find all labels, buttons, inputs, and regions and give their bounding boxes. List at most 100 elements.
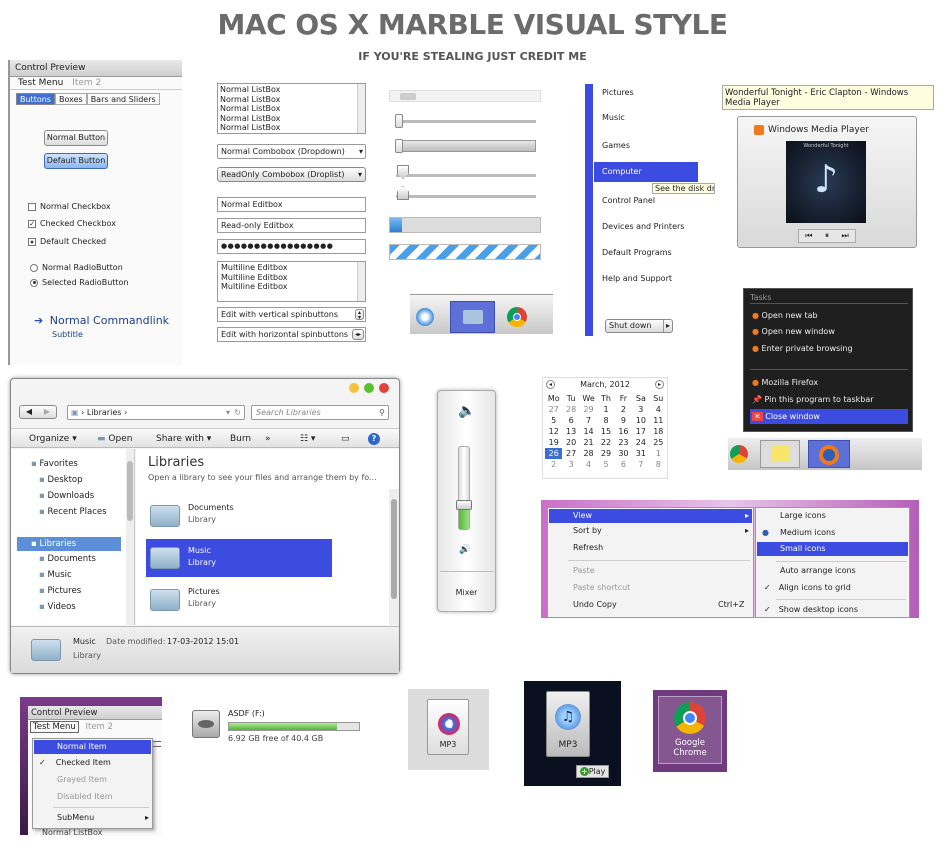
menu-test[interactable]: Test Menu xyxy=(18,78,63,88)
mp3-tile[interactable]: ♫ MP3 xyxy=(408,689,489,770)
list-item[interactable]: Normal ListBox xyxy=(220,85,363,95)
context-item-undo-copy[interactable]: Undo Copy xyxy=(573,600,617,609)
open-button[interactable]: ▬ Open xyxy=(97,429,132,449)
list-item[interactable]: Normal ListBox xyxy=(220,104,363,114)
nav-documents[interactable]: ▪ Documents xyxy=(39,554,96,564)
jumplist-task[interactable]: ● Enter private browsing xyxy=(752,344,853,353)
nav-recent-places[interactable]: ▪ Recent Places xyxy=(39,507,107,517)
normal-button[interactable]: Normal Button xyxy=(44,130,108,146)
scrollbar-thumb[interactable] xyxy=(400,93,416,100)
content-scrollbar[interactable] xyxy=(389,489,399,625)
address-bar[interactable]: ▣ › Libraries › ▾ ↻ xyxy=(67,405,245,420)
selected-radio[interactable]: Selected RadioButton xyxy=(30,278,129,287)
chevron-right-icon[interactable]: ▸ xyxy=(663,320,670,332)
close-icon[interactable] xyxy=(379,383,389,393)
tab-bars[interactable]: Bars and Sliders xyxy=(87,93,160,105)
calendar-day[interactable]: 24 xyxy=(632,437,649,448)
default-button[interactable]: Default Button xyxy=(44,153,108,169)
slider-thumb[interactable] xyxy=(395,114,403,128)
tab-boxes[interactable]: Boxes xyxy=(55,93,87,105)
preview-pane-icon[interactable]: ▭ xyxy=(341,429,350,449)
organize-button[interactable]: Organize ▾ xyxy=(29,429,77,449)
nav-libraries[interactable]: ▪ Libraries xyxy=(17,537,121,551)
calendar-day[interactable]: 15 xyxy=(597,426,614,437)
calendar-day[interactable]: 25 xyxy=(650,437,667,448)
volume-track[interactable] xyxy=(458,446,470,530)
nav-music[interactable]: ▪ Music xyxy=(39,570,72,580)
multiline-editbox[interactable]: Multiline Editbox Multiline Editbox Mult… xyxy=(217,261,366,302)
mp3-drag-tile[interactable]: ♫ MP3 +Play xyxy=(524,681,621,786)
menu-item-2[interactable]: Item 2 xyxy=(72,78,101,88)
calendar-day[interactable]: 5 xyxy=(597,459,614,470)
calendar-day[interactable]: 21 xyxy=(580,437,597,448)
menu-item-2[interactable]: Item 2 xyxy=(85,722,112,732)
start-item-games[interactable]: Games xyxy=(602,141,630,150)
slider-track-filled[interactable] xyxy=(396,140,536,152)
menu-normal-item[interactable]: Normal Item xyxy=(34,740,151,754)
wmp-thumbnail[interactable]: Windows Media Player Wonderful Tonight ♪… xyxy=(737,116,917,248)
list-item[interactable]: Normal ListBox xyxy=(220,123,363,133)
search-input[interactable]: Search Libraries⚲ xyxy=(251,405,389,420)
chrome-icon[interactable] xyxy=(507,307,527,327)
zoom-icon[interactable] xyxy=(364,383,374,393)
normal-radio[interactable]: Normal RadioButton xyxy=(30,263,123,272)
pause-icon[interactable]: ⏸ xyxy=(825,230,829,242)
list-item[interactable]: Normal ListBox xyxy=(220,95,363,105)
calendar-day[interactable]: 8 xyxy=(650,459,667,470)
calendar-day[interactable]: 8 xyxy=(597,415,614,426)
calendar-day[interactable]: 9 xyxy=(615,415,632,426)
calendar-day[interactable]: 31 xyxy=(632,448,649,459)
calendar-day[interactable]: 30 xyxy=(615,448,632,459)
calendar-day[interactable]: 6 xyxy=(562,415,579,426)
calendar-day[interactable]: 2 xyxy=(545,459,562,470)
search-icon[interactable]: ⚲ xyxy=(379,406,385,419)
combobox-dropdown[interactable]: Normal Combobox (Dropdown)▾ xyxy=(217,144,366,159)
start-item-devices[interactable]: Devices and Printers xyxy=(602,222,684,231)
calendar-day[interactable]: 11 xyxy=(650,415,667,426)
back-icon[interactable]: ◀ xyxy=(26,406,32,418)
jumplist-app[interactable]: ● Mozilla Firefox xyxy=(752,378,818,387)
submenu-medium-icons[interactable]: ●Medium icons xyxy=(762,528,835,537)
minimize-icon[interactable] xyxy=(349,383,359,393)
context-item-sort-by[interactable]: Sort by▸ xyxy=(549,526,752,535)
chrome-icon[interactable] xyxy=(730,445,748,463)
library-item-pictures[interactable]: Pictures Library xyxy=(148,583,378,617)
jumplist-task[interactable]: ● Open new tab xyxy=(752,311,818,320)
spin-leftright-icon[interactable]: ◂▸ xyxy=(352,329,364,340)
horizontal-scrollbar[interactable] xyxy=(389,90,541,102)
calendar-day[interactable]: 16 xyxy=(615,426,632,437)
default-checkbox[interactable]: Default Checked xyxy=(28,237,106,246)
refresh-icon[interactable]: ↻ xyxy=(234,406,241,419)
start-item-pictures[interactable]: Pictures xyxy=(602,88,634,97)
volume-speaker-icon[interactable]: 🔊 xyxy=(459,545,470,555)
explorer-taskbar-icon[interactable] xyxy=(450,301,495,333)
calendar-day[interactable]: 20 xyxy=(562,437,579,448)
calendar-day[interactable]: 19 xyxy=(545,437,562,448)
chevron-down-icon[interactable]: ▾ xyxy=(359,145,363,158)
calendar-day[interactable]: 12 xyxy=(545,426,562,437)
submenu-small-icons[interactable]: Small icons xyxy=(757,542,908,556)
submenu-align-grid[interactable]: ✓Align icons to grid xyxy=(764,583,851,592)
drive-tile[interactable]: ASDF (F:) 6.92 GB free of 40.4 GB xyxy=(190,706,380,746)
nav-scrollbar[interactable] xyxy=(126,449,134,625)
normal-editbox[interactable]: Normal Editbox xyxy=(217,197,366,212)
calendar-day[interactable]: 2 xyxy=(615,404,632,415)
calendar-day[interactable]: 22 xyxy=(597,437,614,448)
chevron-down-icon[interactable]: ▾ xyxy=(226,406,230,419)
horizontal-spin-edit[interactable]: Edit with horizontal spinbuttons◂▸ xyxy=(217,327,366,342)
scrollbar[interactable] xyxy=(357,84,365,133)
calendar-day[interactable]: 29 xyxy=(597,448,614,459)
jumplist-task[interactable]: ● Open new window xyxy=(752,327,835,336)
view-options-icon[interactable]: ☷ ▾ xyxy=(300,429,315,449)
password-editbox[interactable]: ●●●●●●●●●●●●●●●●● xyxy=(217,239,366,254)
menu-checked-item[interactable]: ✓Checked Item xyxy=(39,758,111,767)
slider-track[interactable] xyxy=(396,174,536,177)
jumplist-pin[interactable]: 📌 Pin this program to taskbar xyxy=(752,395,874,404)
calendar-day[interactable]: 17 xyxy=(632,426,649,437)
nav-desktop[interactable]: ▪ Desktop xyxy=(39,475,83,485)
back-forward-buttons[interactable]: ◀▶ xyxy=(19,405,57,419)
nav-pictures[interactable]: ▪ Pictures xyxy=(39,586,81,596)
calendar-day-selected[interactable]: 26 xyxy=(545,448,562,459)
calendar-day[interactable]: 27 xyxy=(562,448,579,459)
slider-track[interactable] xyxy=(396,195,536,198)
